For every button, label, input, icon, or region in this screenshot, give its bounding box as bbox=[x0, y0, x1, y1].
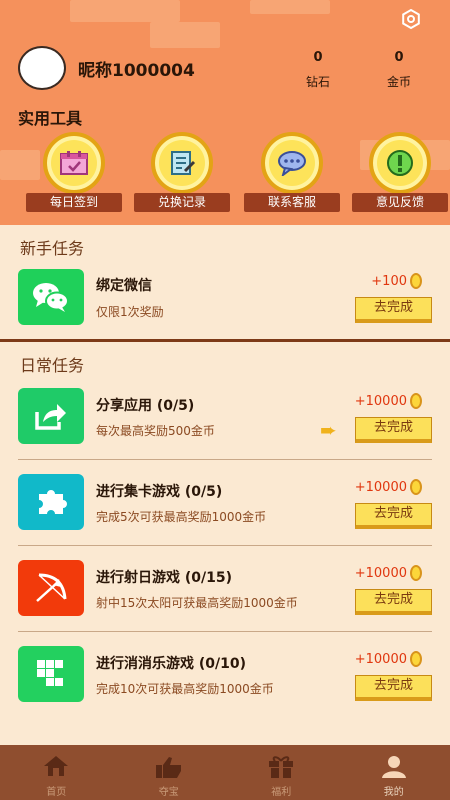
daily-section-title: 日常任务 bbox=[20, 356, 85, 375]
task-title: 进行集卡游戏 (0/5) bbox=[96, 484, 223, 500]
task-bind-wechat: 绑定微信 仅限1次奖励 +100 去完成 bbox=[0, 262, 450, 342]
nav-label: 首页 bbox=[46, 787, 67, 798]
diamond-label: 钻石 bbox=[305, 75, 330, 89]
thumbs-up-icon bbox=[155, 757, 181, 778]
wechat-icon bbox=[18, 269, 84, 325]
task-title: 绑定微信 bbox=[96, 278, 152, 294]
reward-amount: +100 bbox=[371, 273, 407, 289]
go-complete-button[interactable]: 去完成 bbox=[355, 503, 432, 529]
task-reward: +10000 bbox=[355, 393, 422, 409]
section-divider bbox=[0, 339, 450, 342]
hint-arrow-icon: ➨ bbox=[320, 418, 337, 442]
tool-label: 意见反馈 bbox=[352, 193, 448, 212]
go-complete-button[interactable]: 去完成 bbox=[355, 675, 432, 701]
go-complete-button[interactable]: 去完成 bbox=[355, 417, 432, 443]
task-reward: +100 bbox=[371, 273, 422, 289]
blocks-icon bbox=[18, 646, 84, 702]
nav-label: 夺宝 bbox=[158, 787, 179, 798]
reward-amount: +10000 bbox=[354, 651, 407, 667]
coin-icon bbox=[410, 479, 422, 495]
task-title: 进行射日游戏 (0/15) bbox=[96, 570, 233, 586]
newbie-section-title: 新手任务 bbox=[20, 239, 85, 258]
tool-feedback[interactable]: 意见反馈 bbox=[352, 128, 448, 212]
chat-icon bbox=[261, 132, 323, 194]
coin-icon bbox=[410, 651, 422, 667]
task-title: 进行消消乐游戏 (0/10) bbox=[96, 656, 247, 672]
task-subtitle: 仅限1次奖励 bbox=[96, 305, 164, 319]
nav-label: 我的 bbox=[383, 787, 404, 798]
go-complete-button[interactable]: 去完成 bbox=[355, 589, 432, 615]
avatar[interactable] bbox=[18, 46, 66, 90]
exclaim-icon bbox=[369, 132, 431, 194]
calendar-icon bbox=[43, 132, 105, 194]
nav-label: 福利 bbox=[271, 787, 292, 798]
reward-amount: +10000 bbox=[354, 565, 407, 581]
tool-exchange-records[interactable]: 兑换记录 bbox=[134, 128, 230, 212]
bg-cloud bbox=[150, 22, 220, 48]
coin-label: 金币 bbox=[386, 75, 411, 89]
diamond-count: 0 bbox=[313, 50, 323, 65]
go-complete-button[interactable]: 去完成 bbox=[355, 297, 432, 323]
bow-icon bbox=[18, 560, 84, 616]
row-separator bbox=[18, 545, 432, 546]
task-card-game: 进行集卡游戏 (0/5) 完成5次可获最高奖励1000金币 +10000 去完成 bbox=[0, 466, 450, 546]
task-share-app: 分享应用 (0/5) 每次最高奖励500金币 +10000 ➨ 去完成 bbox=[0, 380, 450, 460]
reward-amount: +10000 bbox=[354, 393, 407, 409]
settings-button[interactable] bbox=[400, 8, 422, 30]
coin-icon bbox=[410, 273, 422, 289]
nav-mine[interactable]: 我的 bbox=[338, 745, 450, 800]
gift-icon bbox=[269, 756, 294, 778]
nav-treasure[interactable]: 夺宝 bbox=[113, 745, 226, 800]
diamond-stat[interactable]: 0 钻石 bbox=[288, 50, 348, 90]
tools-title: 实用工具 bbox=[18, 109, 83, 128]
home-icon bbox=[44, 756, 69, 776]
nickname: 昵称1000004 bbox=[78, 61, 195, 81]
task-shoot-sun-game: 进行射日游戏 (0/15) 射中15次太阳可获最高奖励1000金币 +10000… bbox=[0, 552, 450, 632]
bg-cloud bbox=[250, 0, 330, 14]
tool-label: 兑换记录 bbox=[134, 193, 230, 212]
tool-contact-service[interactable]: 联系客服 bbox=[244, 128, 340, 212]
tool-daily-checkin[interactable]: 每日签到 bbox=[26, 128, 122, 212]
nav-welfare[interactable]: 福利 bbox=[225, 745, 338, 800]
share-icon bbox=[18, 388, 84, 444]
profile-header: 昵称1000004 0 钻石 0 金币 实用工具 每日签到 兑换记录 联系客服 … bbox=[0, 0, 450, 225]
coin-icon bbox=[410, 565, 422, 581]
puzzle-icon bbox=[18, 474, 84, 530]
coin-stat[interactable]: 0 金币 bbox=[369, 50, 429, 90]
record-icon bbox=[151, 132, 213, 194]
task-title: 分享应用 (0/5) bbox=[96, 398, 195, 414]
reward-amount: +10000 bbox=[354, 479, 407, 495]
nav-home[interactable]: 首页 bbox=[0, 745, 113, 800]
bottom-nav: 首页 夺宝 福利 我的 bbox=[0, 745, 450, 800]
bg-cloud bbox=[70, 0, 180, 22]
gear-icon bbox=[402, 9, 420, 29]
coin-icon bbox=[410, 393, 422, 409]
task-subtitle: 完成10次可获最高奖励1000金币 bbox=[96, 682, 274, 696]
task-match-game: 进行消消乐游戏 (0/10) 完成10次可获最高奖励1000金币 +10000 … bbox=[0, 638, 450, 718]
task-reward: +10000 bbox=[355, 651, 422, 667]
task-reward: +10000 bbox=[355, 565, 422, 581]
task-subtitle: 射中15次太阳可获最高奖励1000金币 bbox=[96, 596, 298, 610]
task-subtitle: 完成5次可获最高奖励1000金币 bbox=[96, 510, 267, 524]
tool-label: 联系客服 bbox=[244, 193, 340, 212]
user-icon bbox=[381, 756, 406, 778]
task-reward: +10000 bbox=[355, 479, 422, 495]
row-separator bbox=[18, 631, 432, 632]
task-subtitle: 每次最高奖励500金币 bbox=[96, 424, 215, 438]
row-separator bbox=[18, 459, 432, 460]
coin-count: 0 bbox=[394, 50, 404, 65]
tool-label: 每日签到 bbox=[26, 193, 122, 212]
